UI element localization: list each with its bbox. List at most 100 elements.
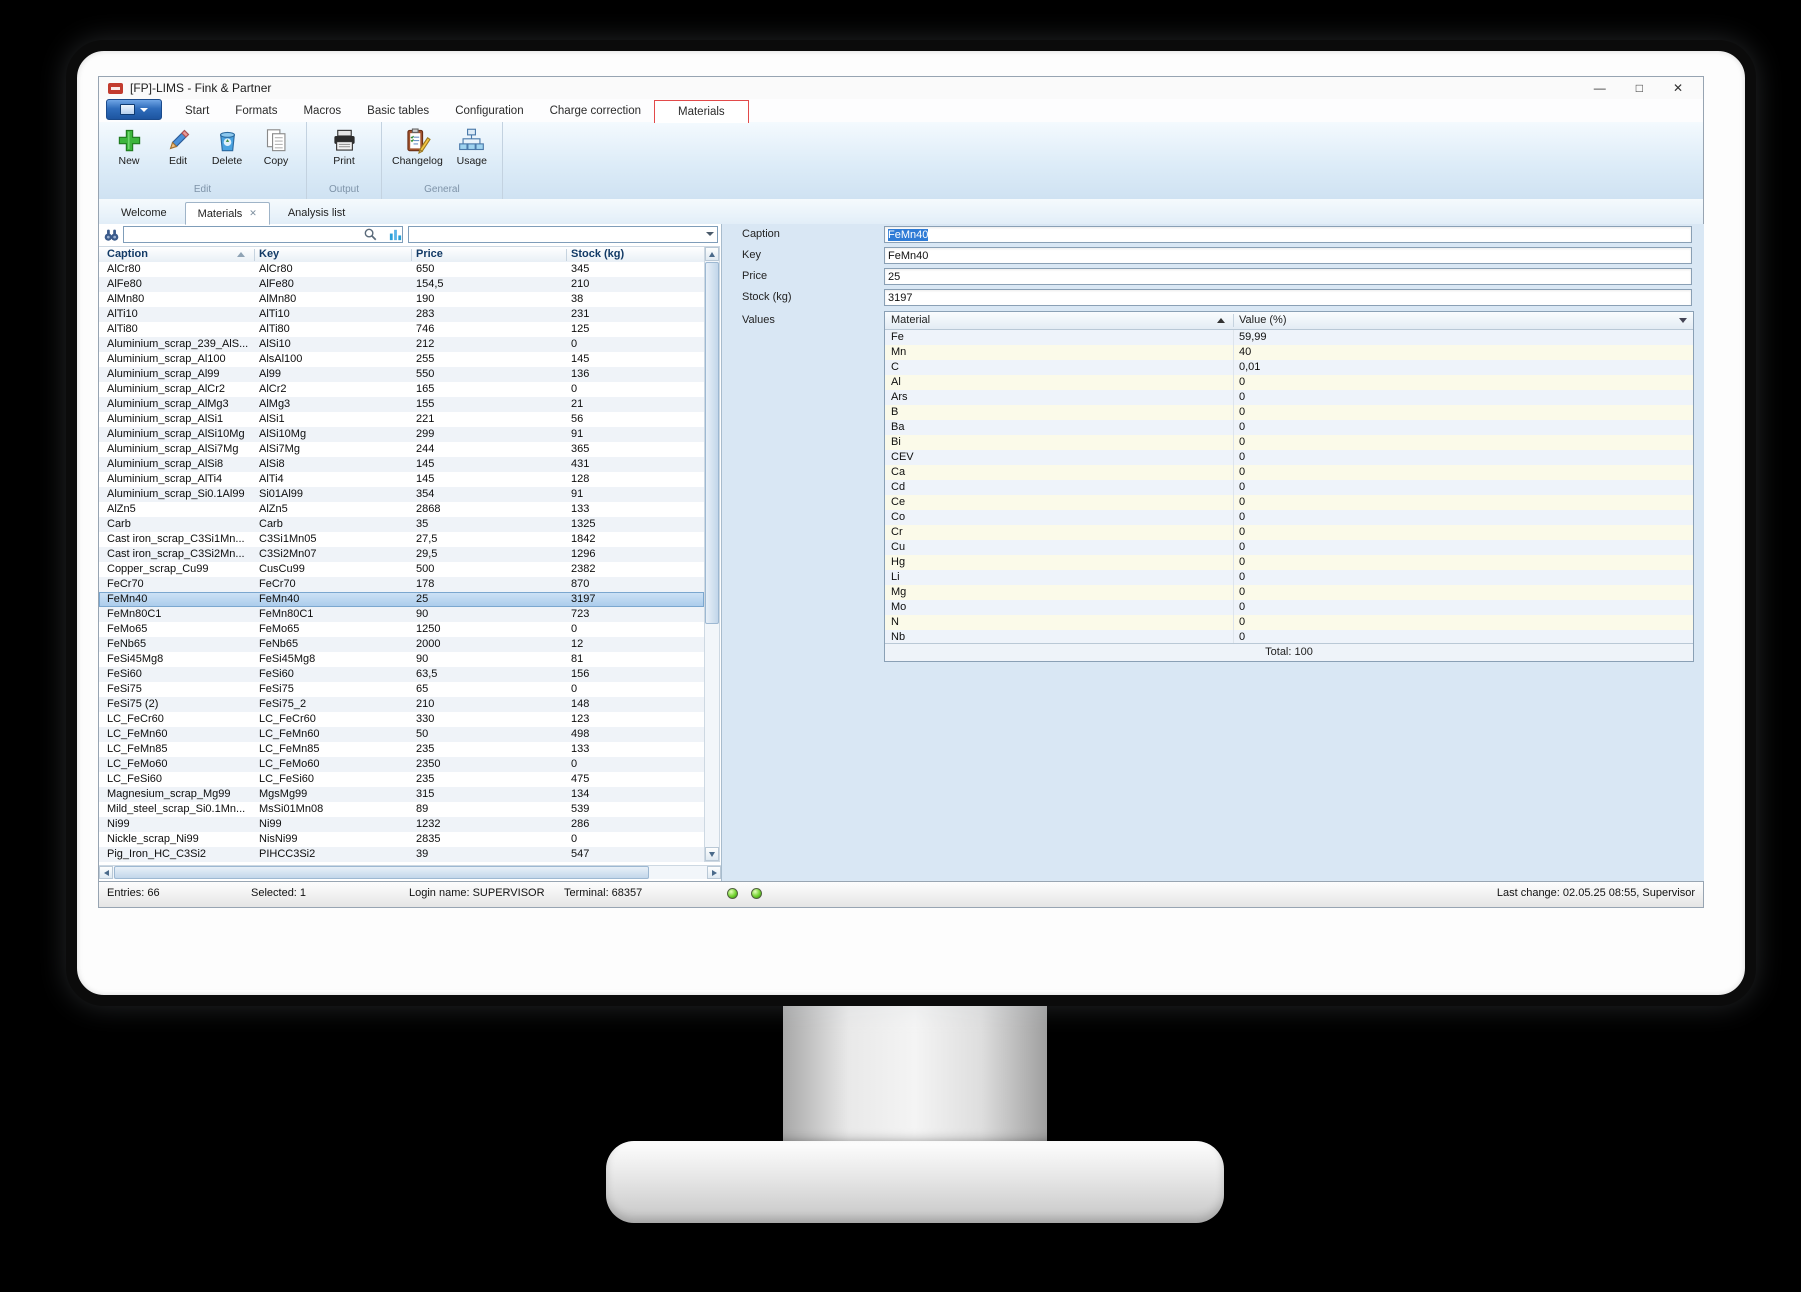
column-header-price[interactable]: Price — [416, 248, 443, 260]
table-row[interactable]: FeNb65 FeNb65 2000 12 — [99, 637, 704, 652]
table-row[interactable]: FeSi45Mg8 FeSi45Mg8 90 81 — [99, 652, 704, 667]
table-row[interactable]: Magnesium_scrap_Mg99 MgsMg99 315 134 — [99, 787, 704, 802]
values-row[interactable]: Ars 0 — [885, 390, 1693, 405]
column-header-caption[interactable]: Caption — [107, 248, 148, 260]
table-row[interactable]: AlTi10 AlTi10 283 231 — [99, 307, 704, 322]
scroll-up-button[interactable] — [705, 247, 719, 261]
table-row[interactable]: Aluminium_scrap_AlSi1 AlSi1 221 56 — [99, 412, 704, 427]
usage-button[interactable]: Usage — [449, 125, 495, 169]
values-row[interactable]: Mg 0 — [885, 585, 1693, 600]
values-row[interactable]: Fe 59,99 — [885, 330, 1693, 345]
table-row[interactable]: LC_FeMo60 LC_FeMo60 2350 0 — [99, 757, 704, 772]
new-button[interactable]: New — [106, 125, 152, 169]
price-field[interactable]: 25 — [884, 268, 1692, 285]
edit-button[interactable]: Edit — [155, 125, 201, 169]
ribbon-tab[interactable]: Charge correction — [537, 100, 654, 122]
values-row[interactable]: Mn 40 — [885, 345, 1693, 360]
values-column-material[interactable]: Material — [891, 314, 930, 326]
table-row[interactable]: AlMn80 AlMn80 190 38 — [99, 292, 704, 307]
table-row[interactable]: Copper_scrap_Cu99 CusCu99 500 2382 — [99, 562, 704, 577]
values-row[interactable]: C 0,01 — [885, 360, 1693, 375]
values-row[interactable]: Li 0 — [885, 570, 1693, 585]
copy-button[interactable]: Copy — [253, 125, 299, 169]
column-menu-icon[interactable] — [1679, 318, 1687, 323]
table-row[interactable]: Aluminium_scrap_AlCr2 AlCr2 165 0 — [99, 382, 704, 397]
values-row[interactable]: Cu 0 — [885, 540, 1693, 555]
doc-tab-materials[interactable]: Materials ✕ — [184, 202, 270, 225]
table-row[interactable]: Cast iron_scrap_C3Si2Mn... C3Si2Mn07 29,5 1… — [99, 547, 704, 562]
maximize-button[interactable]: □ — [1636, 81, 1643, 95]
vertical-scroll-thumb[interactable] — [705, 262, 719, 624]
table-row[interactable]: FeCr70 FeCr70 178 870 — [99, 577, 704, 592]
table-row[interactable]: Carb Carb 35 1325 — [99, 517, 704, 532]
changelog-button[interactable]: Changelog — [389, 125, 446, 169]
table-row[interactable]: FeMn80C1 FeMn80C1 90 723 — [99, 607, 704, 622]
table-row[interactable]: LC_FeCr60 LC_FeCr60 330 123 — [99, 712, 704, 727]
horizontal-scroll-thumb[interactable] — [114, 866, 649, 879]
values-row[interactable]: N0 — [885, 615, 1693, 630]
table-row[interactable]: Aluminium_scrap_AlSi8 AlSi8 145 431 — [99, 457, 704, 472]
caption-field[interactable]: FeMn40 — [884, 226, 1692, 243]
values-row[interactable]: Hg 0 — [885, 555, 1693, 570]
find-icon[interactable] — [103, 227, 120, 244]
table-row[interactable]: FeMo65 FeMo65 1250 0 — [99, 622, 704, 637]
table-row[interactable]: AlZn5 AlZn5 2868 133 — [99, 502, 704, 517]
values-row[interactable]: B0 — [885, 405, 1693, 420]
ribbon-tab[interactable]: Basic tables — [354, 100, 442, 122]
filter-combobox[interactable] — [408, 226, 718, 243]
values-row[interactable]: Mo 0 — [885, 600, 1693, 615]
horizontal-scrollbar[interactable] — [99, 865, 721, 879]
table-row[interactable]: Ni99 Ni99 1232 286 — [99, 817, 704, 832]
minimize-button[interactable]: — — [1594, 81, 1606, 95]
vertical-scrollbar[interactable] — [704, 246, 720, 862]
table-row[interactable]: Aluminium_scrap_239_AlS... AlSi10 212 0 — [99, 337, 704, 352]
values-row[interactable]: Ca 0 — [885, 465, 1693, 480]
table-row[interactable]: Aluminium_scrap_Al99 Al99 550 136 — [99, 367, 704, 382]
table-row[interactable]: LC_FeMn85 LC_FeMn85 235 133 — [99, 742, 704, 757]
table-row[interactable]: Aluminium_scrap_AlSi7Mg AlSi7Mg 244 365 — [99, 442, 704, 457]
doc-tab-welcome[interactable]: Welcome — [109, 203, 179, 223]
delete-button[interactable]: Delete — [204, 125, 250, 169]
app-menu-button[interactable] — [106, 99, 162, 120]
print-button[interactable]: Print — [321, 125, 367, 169]
table-row[interactable]: FeMn40 FeMn40 25 3197 — [99, 592, 704, 607]
ribbon-tab[interactable]: Macros — [290, 100, 354, 122]
table-row[interactable]: AlTi80 AlTi80 746 125 — [99, 322, 704, 337]
values-row[interactable]: Al 0 — [885, 375, 1693, 390]
search-icon[interactable] — [363, 227, 378, 242]
table-row[interactable]: Aluminium_scrap_AlTi4 AlTi4 145 128 — [99, 472, 704, 487]
table-row[interactable]: AlFe80 AlFe80 154,5 210 — [99, 277, 704, 292]
table-row[interactable]: Cast iron_scrap_C3Si1Mn... C3Si1Mn05 27,5 1… — [99, 532, 704, 547]
ribbon-tab-active[interactable]: Materials — [654, 100, 749, 123]
ribbon-tab[interactable]: Configuration — [442, 100, 536, 122]
values-row[interactable]: Cd 0 — [885, 480, 1693, 495]
stock-field[interactable]: 3197 — [884, 289, 1692, 306]
values-row[interactable]: Ce 0 — [885, 495, 1693, 510]
scroll-right-button[interactable] — [707, 866, 721, 879]
table-row[interactable]: FeSi75 FeSi75 65 0 — [99, 682, 704, 697]
key-field[interactable]: FeMn40 — [884, 247, 1692, 264]
table-row[interactable]: Aluminium_scrap_AlMg3 AlMg3 155 21 — [99, 397, 704, 412]
table-row[interactable]: Aluminium_scrap_Al100 AlsAl100 255 145 — [99, 352, 704, 367]
ribbon-tab[interactable]: Start — [172, 100, 222, 122]
search-input[interactable] — [123, 226, 403, 243]
ribbon-tab[interactable]: Formats — [222, 100, 290, 122]
doc-tab-analysis-list[interactable]: Analysis list — [276, 203, 357, 223]
table-row[interactable]: AlCr80 AlCr80 650 345 — [99, 262, 704, 277]
values-row[interactable]: Ba 0 — [885, 420, 1693, 435]
table-row[interactable]: Pig_Iron_HC_C3Si2 PIHCC3Si2 39 547 — [99, 847, 704, 862]
column-header-stock[interactable]: Stock (kg) — [571, 248, 624, 260]
table-row[interactable]: Mild_steel_scrap_Si0.1Mn... MsSi01Mn08 89 5… — [99, 802, 704, 817]
table-row[interactable]: Aluminium_scrap_AlSi10Mg AlSi10Mg 299 91 — [99, 427, 704, 442]
close-tab-icon[interactable]: ✕ — [249, 208, 257, 219]
close-button[interactable]: ✕ — [1673, 81, 1683, 95]
scroll-down-button[interactable] — [705, 847, 719, 861]
table-row[interactable]: FeSi60 FeSi60 63,5 156 — [99, 667, 704, 682]
column-filter-icon[interactable] — [388, 227, 403, 242]
values-column-value[interactable]: Value (%) — [1239, 314, 1286, 326]
table-row[interactable]: Aluminium_scrap_Si0.1Al99 Si01Al99 354 91 — [99, 487, 704, 502]
values-row[interactable]: Cr 0 — [885, 525, 1693, 540]
table-row[interactable]: LC_FeSi60 LC_FeSi60 235 475 — [99, 772, 704, 787]
scroll-left-button[interactable] — [99, 866, 113, 879]
table-row[interactable]: LC_FeMn60 LC_FeMn60 50 498 — [99, 727, 704, 742]
